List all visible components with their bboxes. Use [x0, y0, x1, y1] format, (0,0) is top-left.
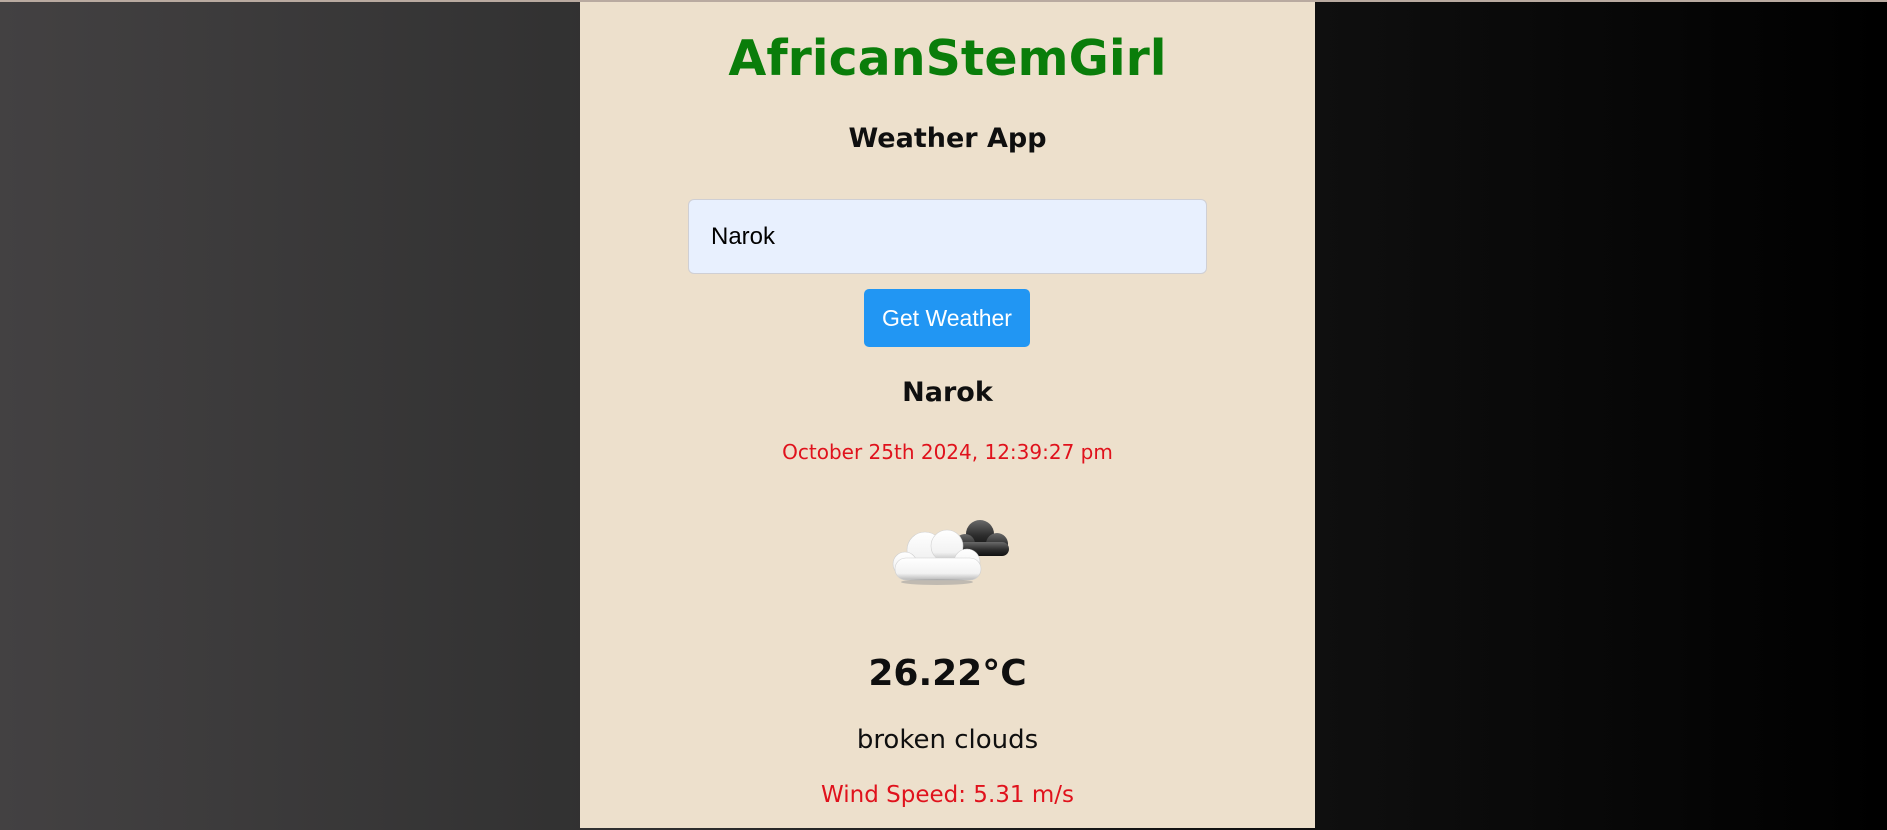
date-time: October 25th 2024, 12:39:27 pm [782, 440, 1113, 464]
wind-speed: Wind Speed: 5.31 m/s [821, 782, 1074, 808]
city-name: Narok [902, 377, 993, 408]
weather-description: broken clouds [856, 725, 1039, 755]
broken-clouds-icon [892, 520, 1009, 585]
temperature: 26.22°C [868, 653, 1027, 694]
city-search-input[interactable] [688, 199, 1207, 274]
app-subtitle: Weather App [848, 123, 1047, 154]
brand-title: AfricanStemGirl [728, 30, 1167, 87]
get-weather-button[interactable]: Get Weather [864, 289, 1030, 347]
weather-card: AfricanStemGirl Weather App Get Weather … [580, 2, 1315, 828]
